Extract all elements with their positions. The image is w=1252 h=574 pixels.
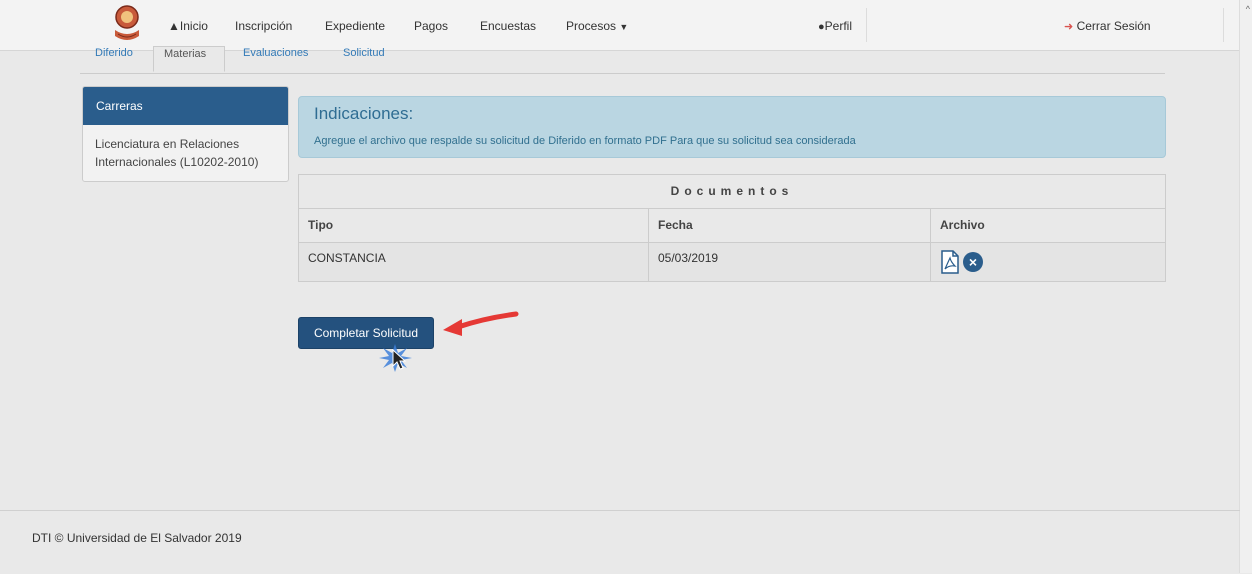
tab-materias[interactable]: Materias [153,46,225,72]
nav-inscripcion[interactable]: Inscripción [235,19,292,33]
logout-icon: ➜ [1064,21,1074,33]
tab-bar: Diferido Materias Evaluaciones Solicitud [80,46,1165,74]
table-header-row: Tipo Fecha Archivo [299,209,1165,243]
footer: DTI © Universidad de El Salvador 2019 [0,510,1240,574]
scroll-up-icon[interactable]: ^ [1246,4,1250,14]
column-header-fecha: Fecha [649,209,931,242]
sidebar-header: Carreras [83,87,288,125]
user-icon: ● [818,21,825,33]
home-icon: ▲ [168,19,180,33]
scrollbar[interactable]: ^ [1239,0,1252,573]
nav-encuestas[interactable]: Encuestas [480,19,536,33]
top-navbar: ▲Inicio Inscripción Expediente Pagos Enc… [0,0,1240,51]
nav-cerrar-sesion[interactable]: ➜ Cerrar Sesión [1064,19,1151,33]
tab-diferido[interactable]: Diferido [95,46,133,72]
nav-procesos[interactable]: Procesos ▼ [566,19,628,33]
university-logo[interactable] [112,4,142,44]
nav-perfil[interactable]: ●Perfil [818,19,852,33]
nav-separator [1223,8,1224,42]
cell-archivo: × [931,243,1165,281]
info-panel: Indicaciones: Agregue el archivo que res… [298,96,1166,158]
nav-expediente[interactable]: Expediente [325,19,385,33]
footer-text: DTI © Universidad de El Salvador 2019 [32,531,242,545]
column-header-archivo: Archivo [940,218,985,232]
column-header-tipo: Tipo [299,209,649,242]
remove-icon[interactable]: × [963,252,983,272]
sidebar-item-carrera[interactable]: Licenciatura en Relaciones Internacional… [83,125,288,181]
nav-inicio[interactable]: ▲Inicio [168,19,208,33]
pdf-icon[interactable] [940,250,960,274]
caret-down-icon: ▼ [619,22,629,32]
cursor-click-icon [379,344,412,372]
cell-tipo: CONSTANCIA [299,243,649,281]
info-title: Indicaciones: [314,104,414,123]
table-row: CONSTANCIA 05/03/2019 × [299,243,1165,281]
table-title: Documentos [299,175,1165,209]
info-text: Agregue el archivo que respalde su solic… [314,135,856,147]
sidebar: Carreras Licenciatura en Relaciones Inte… [82,86,289,182]
documents-table: Documentos Tipo Fecha Archivo CONSTANCIA… [298,174,1166,282]
red-arrow-annotation [443,311,519,336]
nav-separator [866,8,867,42]
tab-evaluaciones[interactable]: Evaluaciones [243,46,308,72]
nav-pagos[interactable]: Pagos [414,19,448,33]
tab-solicitud[interactable]: Solicitud [343,46,385,72]
cell-fecha: 05/03/2019 [649,243,931,281]
